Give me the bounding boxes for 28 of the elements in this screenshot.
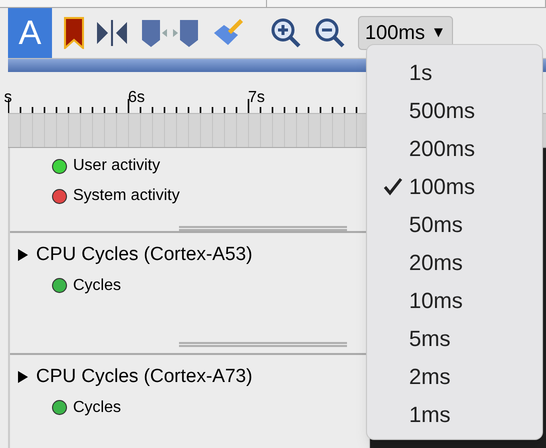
disclosure-triangle-icon[interactable] (18, 249, 28, 262)
disclosure-triangle-icon[interactable] (18, 371, 28, 384)
series-label: Cycles (73, 276, 122, 296)
time-label: 6s (128, 90, 145, 106)
series-label: Cycles (73, 398, 122, 418)
checkmark-icon (383, 176, 403, 196)
menu-item[interactable]: 2ms (367, 357, 542, 395)
region-markers-icon[interactable] (140, 18, 200, 48)
split-icon[interactable] (96, 18, 128, 48)
menu-item[interactable]: 500ms (367, 91, 542, 129)
time-label: 7s (248, 90, 265, 106)
bookmark-icon[interactable] (64, 17, 84, 49)
zoom-in-icon[interactable] (270, 17, 302, 49)
menu-item[interactable]: 100ms (367, 167, 542, 205)
zoom-out-icon[interactable] (314, 17, 346, 49)
section-title: CPU Cycles (Cortex-A53) (36, 243, 252, 267)
menu-item[interactable]: 1ms (367, 395, 542, 433)
time-label: s (4, 90, 12, 106)
menu-item[interactable]: 200ms (367, 129, 542, 167)
menu-item[interactable]: 1s (367, 53, 542, 91)
legend-label: User activity (73, 156, 160, 176)
menu-item[interactable]: 50ms (367, 205, 542, 243)
section-title: CPU Cycles (Cortex-A73) (36, 365, 252, 389)
menu-item[interactable]: 20ms (367, 243, 542, 281)
legend-label: System activity (73, 186, 180, 206)
menu-item[interactable]: 10ms (367, 281, 542, 319)
menu-item[interactable]: 5ms (367, 319, 542, 357)
annotation-tool-button[interactable]: A (8, 8, 52, 58)
